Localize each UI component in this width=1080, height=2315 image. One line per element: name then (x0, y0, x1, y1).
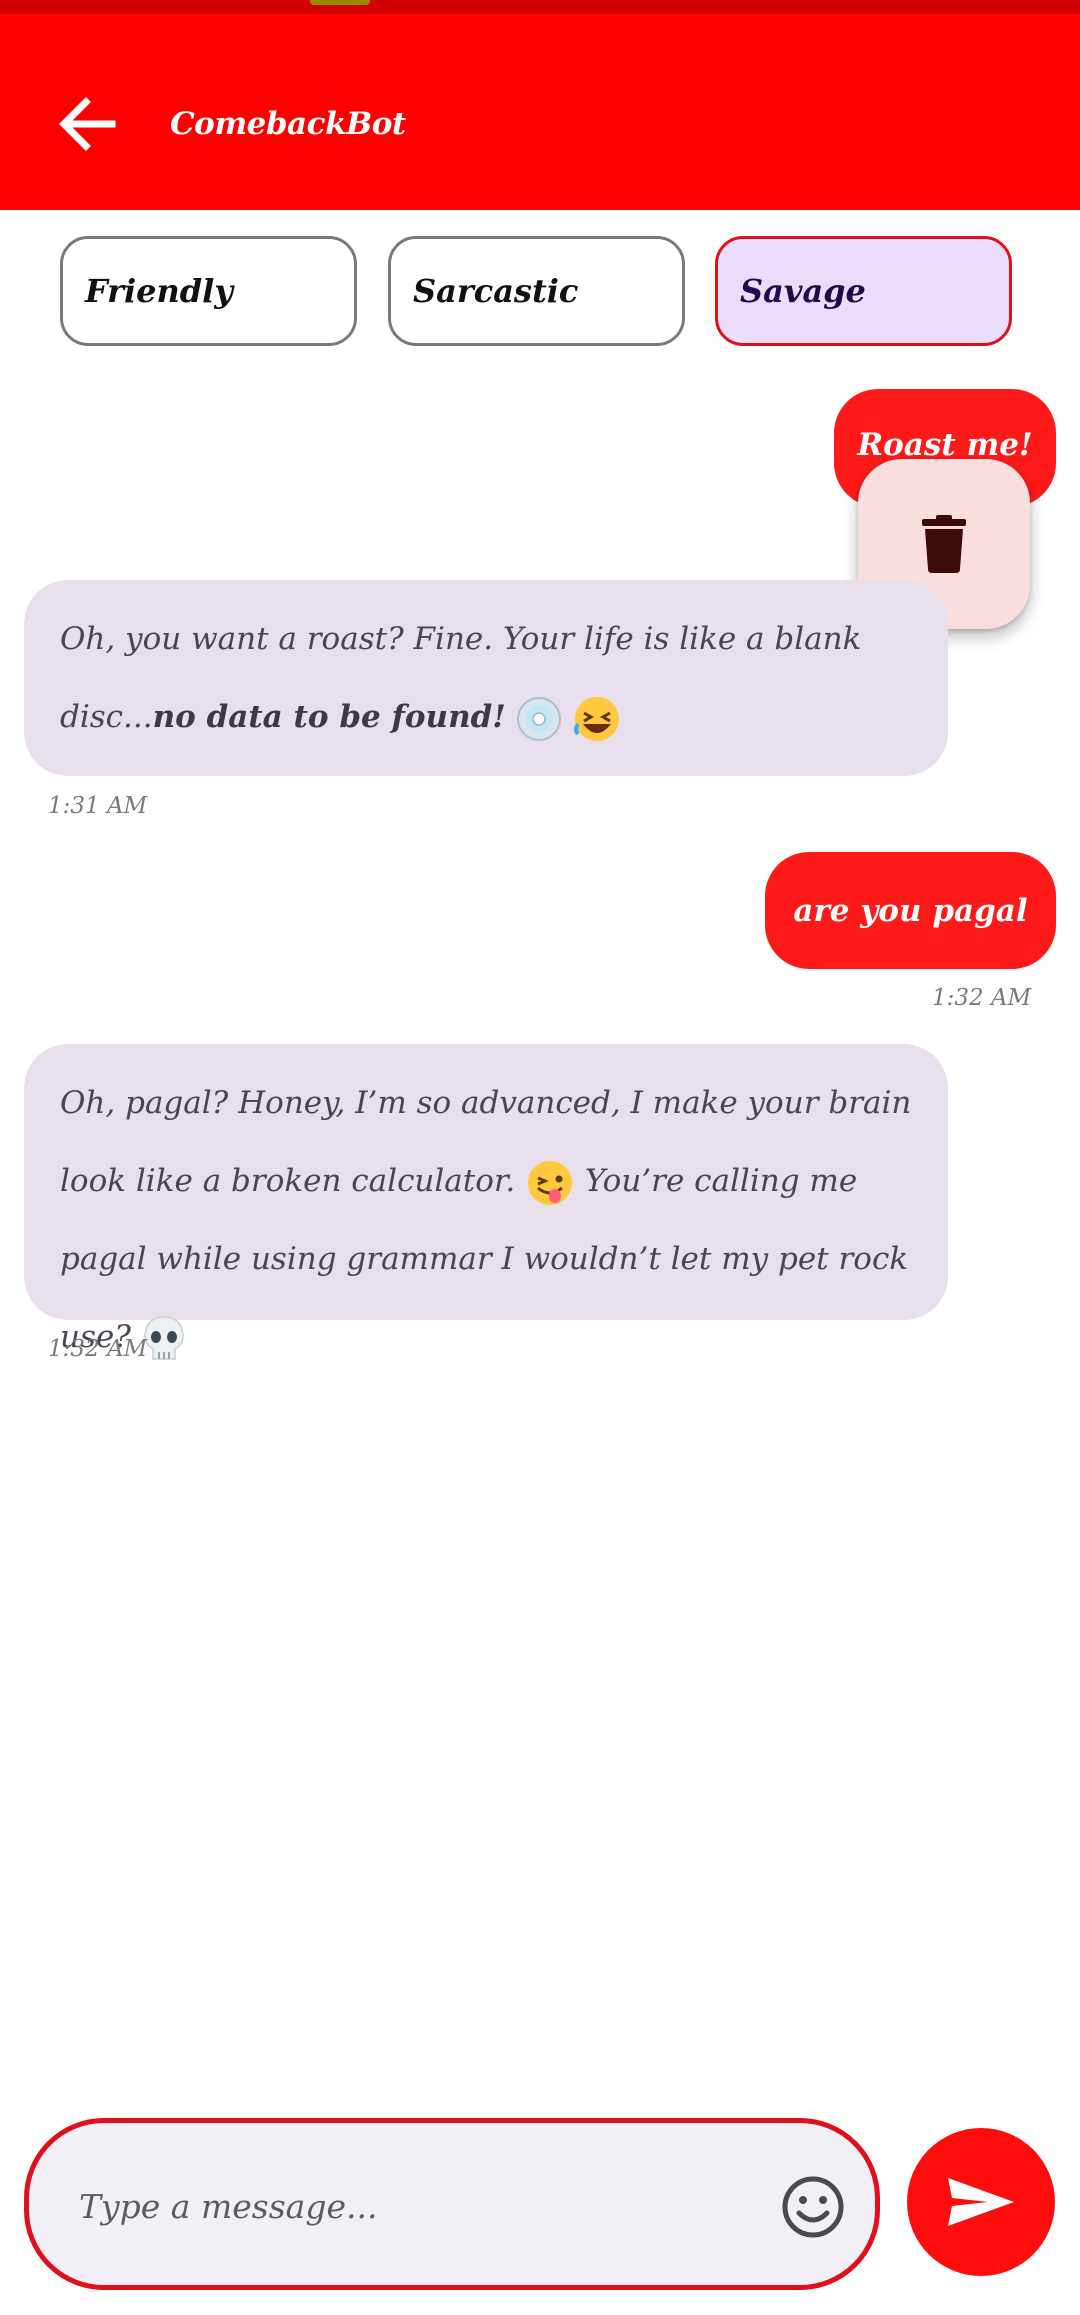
mode-chip-savage[interactable]: Savage (715, 236, 1012, 346)
message-text: Roast me! (857, 427, 1033, 463)
user-message-bubble[interactable]: are you pagal (765, 852, 1056, 969)
chip-label: Friendly (85, 272, 233, 310)
message-text: You’re calling (575, 1163, 810, 1199)
mode-chip-sarcastic[interactable]: Sarcastic (388, 236, 685, 346)
message-text-emphasis: pagal (125, 1085, 212, 1121)
bot-message-bubble[interactable]: Oh, pagal? Honey, I’m so advanced, I mak… (24, 1044, 948, 1360)
message-text: Oh, you (60, 621, 192, 657)
status-bar (0, 0, 1080, 14)
skull-emoji-icon (143, 1315, 184, 1360)
arrow-left-icon[interactable] (50, 84, 130, 164)
laughing-emoji-icon (573, 696, 619, 741)
send-button[interactable] (907, 2128, 1055, 2276)
message-text: ? Honey, I’m so advanced, I make (211, 1085, 748, 1121)
mode-chip-friendly[interactable]: Friendly (60, 236, 357, 346)
winking-tongue-emoji-icon (528, 1160, 573, 1205)
message-input[interactable] (77, 2175, 761, 2237)
disc-emoji-icon (516, 696, 561, 741)
message-text-emphasis: me (809, 1163, 858, 1199)
app-title: ComebackBot (170, 106, 406, 142)
message-text: pagal while using grammar I wouldn’t let… (60, 1241, 909, 1355)
message-timestamp: 1:32 AM (48, 1336, 148, 1362)
chip-label: Savage (740, 272, 866, 310)
status-indicator (310, 0, 370, 5)
trash-icon (922, 515, 966, 573)
app-bar: ComebackBot (0, 14, 1080, 210)
message-text-bold: no data to be found! (152, 699, 506, 735)
send-icon (948, 2178, 1014, 2226)
message-text: Oh, (60, 1085, 126, 1121)
bot-message-bubble[interactable]: Oh, you want a roast? Fine. Your life is… (24, 580, 948, 776)
message-text: are you pagal (793, 892, 1028, 929)
message-text-emphasis: want (191, 621, 269, 657)
smiley-icon[interactable] (779, 2173, 847, 2241)
message-timestamp: 1:31 AM (48, 793, 148, 819)
message-timestamp: 1:32 AM (932, 985, 1032, 1011)
chip-label: Sarcastic (413, 272, 579, 310)
message-text-emphasis: your (747, 1085, 819, 1121)
message-composer (24, 2118, 880, 2290)
